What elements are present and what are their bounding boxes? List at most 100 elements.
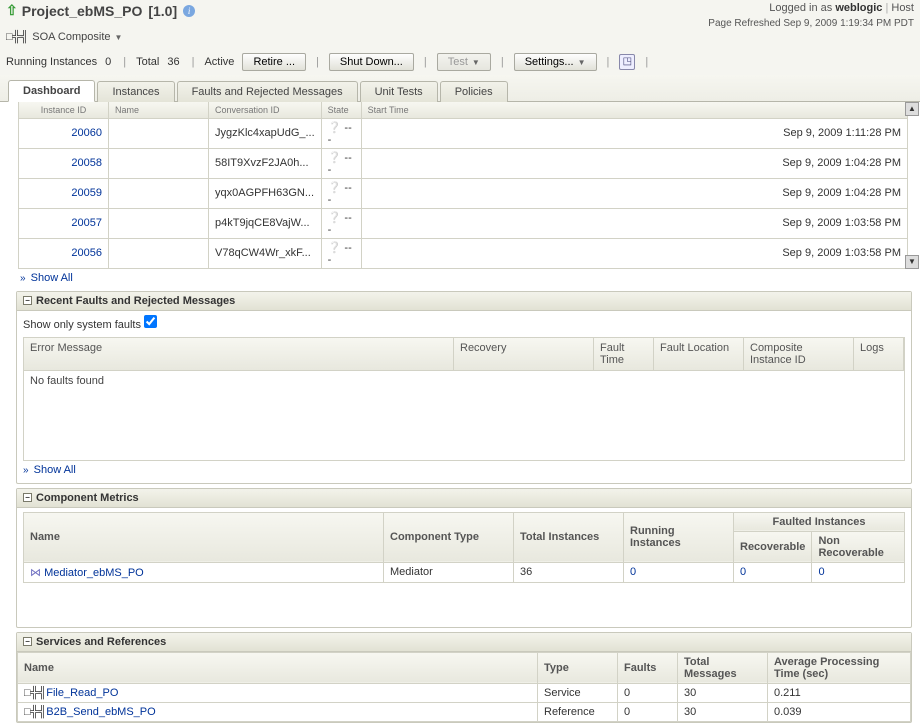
instance-id-link[interactable]: 20059 (71, 187, 102, 199)
table-row: 20057p4kT9jqCE8VajW...❔ ---Sep 9, 2009 1… (19, 208, 908, 238)
table-row: □╬╣File_Read_POService0300.211 (18, 683, 911, 702)
only-system-faults-label: Show only system faults (23, 319, 141, 331)
instance-id-link[interactable]: 20056 (71, 247, 102, 259)
recoverable-link[interactable]: 0 (740, 566, 746, 578)
state-icon: ❔ (328, 152, 342, 164)
test-button[interactable]: Test▼ (437, 53, 491, 71)
col-start-time[interactable]: Start Time (361, 102, 907, 118)
faults-header: Error Message Recovery Fault Time Fault … (23, 337, 905, 371)
faults-count: 0 (618, 702, 678, 721)
start-time: Sep 9, 2009 1:03:58 PM (361, 238, 907, 268)
status-up-icon: ⇧ (6, 2, 18, 19)
collapse-icon[interactable]: − (23, 637, 32, 646)
show-all-instances-link[interactable]: Show All (31, 272, 73, 284)
col-state[interactable]: State (321, 102, 361, 118)
messages-count: 30 (678, 683, 768, 702)
related-links-icon[interactable]: ◳ (619, 54, 635, 70)
login-info: Logged in as weblogic | Host Page Refres… (708, 2, 914, 29)
state-icon: ❔ (328, 182, 342, 194)
avg-time: 0.211 (768, 683, 911, 702)
col-name[interactable]: Name (18, 652, 538, 683)
conversation-id: JygzKlc4xapUdG_... (209, 118, 322, 148)
start-time: Sep 9, 2009 1:03:58 PM (361, 208, 907, 238)
instance-id-link[interactable]: 20060 (71, 127, 102, 139)
col-total-messages[interactable]: Total Messages (678, 652, 768, 683)
instance-id-link[interactable]: 20058 (71, 157, 102, 169)
scroll-up-button[interactable]: ▲ (905, 102, 919, 116)
col-recovery[interactable]: Recovery (454, 338, 594, 370)
total-label: Total (136, 56, 159, 68)
table-row: □╬╣B2B_Send_ebMS_POReference0300.039 (18, 702, 911, 721)
col-running-instances[interactable]: Running Instances (624, 512, 734, 562)
start-time: Sep 9, 2009 1:04:28 PM (361, 178, 907, 208)
faults-empty-message: No faults found (23, 371, 905, 461)
only-system-faults-checkbox[interactable] (144, 315, 157, 328)
component-link[interactable]: Mediator_ebMS_PO (44, 567, 144, 579)
settings-button[interactable]: Settings...▼ (514, 53, 597, 71)
recent-instances-table: Instance ID Name Conversation ID State S… (18, 102, 908, 269)
conversation-id: yqx0AGPFH63GN... (209, 178, 322, 208)
col-fault-location[interactable]: Fault Location (654, 338, 744, 370)
retire-button[interactable]: Retire ... (242, 53, 306, 71)
collapse-icon[interactable]: − (23, 296, 32, 305)
col-total-instances[interactable]: Total Instances (514, 512, 624, 562)
col-avg-time[interactable]: Average Processing Time (sec) (768, 652, 911, 683)
show-all-faults-link[interactable]: Show All (34, 464, 76, 476)
state-icon: ❔ (328, 242, 342, 254)
start-time: Sep 9, 2009 1:04:28 PM (361, 148, 907, 178)
tab-unittests[interactable]: Unit Tests (360, 81, 438, 102)
col-faulted-instances[interactable]: Faulted Instances (734, 512, 905, 531)
tab-faults[interactable]: Faults and Rejected Messages (177, 81, 358, 102)
services-table: Name Type Faults Total Messages Average … (17, 652, 911, 722)
running-instances-link[interactable]: 0 (630, 566, 636, 578)
scroll-down-button[interactable]: ▼ (905, 255, 919, 269)
active-label: Active (204, 56, 234, 68)
collapse-icon[interactable]: − (23, 493, 32, 502)
col-type[interactable]: Type (538, 652, 618, 683)
col-component-type[interactable]: Component Type (384, 512, 514, 562)
col-name[interactable]: Name (109, 102, 209, 118)
col-fault-time[interactable]: Fault Time (594, 338, 654, 370)
faults-count: 0 (618, 683, 678, 702)
info-icon[interactable]: i (183, 5, 195, 17)
start-time: Sep 9, 2009 1:11:28 PM (361, 118, 907, 148)
chevron-down-icon[interactable]: ▼ (115, 33, 123, 42)
component-metrics-title: Component Metrics (36, 492, 139, 504)
table-row: 2005858IT9XvzF2JA0h...❔ ---Sep 9, 2009 1… (19, 148, 908, 178)
service-link[interactable]: B2B_Send_ebMS_PO (46, 706, 155, 718)
nonrecoverable-link[interactable]: 0 (818, 566, 824, 578)
col-composite-instance-id[interactable]: Composite Instance ID (744, 338, 854, 370)
composite-icon: □╬╣ (6, 31, 28, 43)
component-type: Mediator (384, 562, 514, 582)
binding-icon: □╬╣ (24, 706, 46, 718)
recent-faults-title: Recent Faults and Rejected Messages (36, 295, 235, 307)
col-conversation-id[interactable]: Conversation ID (209, 102, 322, 118)
shutdown-button[interactable]: Shut Down... (329, 53, 414, 71)
total-value: 36 (167, 56, 181, 68)
service-type: Service (538, 683, 618, 702)
col-recoverable[interactable]: Recoverable (734, 531, 812, 562)
tab-instances[interactable]: Instances (97, 81, 174, 102)
conversation-id: p4kT9jqCE8VajW... (209, 208, 322, 238)
col-nonrecoverable[interactable]: Non Recoverable (812, 531, 905, 562)
breadcrumb-soa-composite[interactable]: SOA Composite (32, 31, 110, 43)
tab-policies[interactable]: Policies (440, 81, 508, 102)
col-logs[interactable]: Logs (854, 338, 904, 370)
col-faults[interactable]: Faults (618, 652, 678, 683)
component-metrics-table: Name Component Type Total Instances Runn… (23, 512, 905, 583)
services-references-section: − Services and References Name Type Faul… (16, 632, 912, 723)
col-instance-id[interactable]: Instance ID (19, 102, 109, 118)
tab-bar: Dashboard Instances Faults and Rejected … (0, 75, 920, 102)
state-icon: ❔ (328, 212, 342, 224)
chevron-right-icon: » (23, 465, 29, 476)
instance-id-link[interactable]: 20057 (71, 217, 102, 229)
total-instances: 36 (514, 562, 624, 582)
table-row: 20056V78qCW4Wr_xkF...❔ ---Sep 9, 2009 1:… (19, 238, 908, 268)
col-name[interactable]: Name (24, 512, 384, 562)
chevron-right-icon: » (20, 273, 26, 284)
table-row: ⋈ Mediator_ebMS_POMediator36000 (24, 562, 905, 582)
service-link[interactable]: File_Read_PO (46, 687, 118, 699)
col-error-message[interactable]: Error Message (24, 338, 454, 370)
tab-dashboard[interactable]: Dashboard (8, 80, 95, 102)
state-icon: ❔ (328, 122, 342, 134)
